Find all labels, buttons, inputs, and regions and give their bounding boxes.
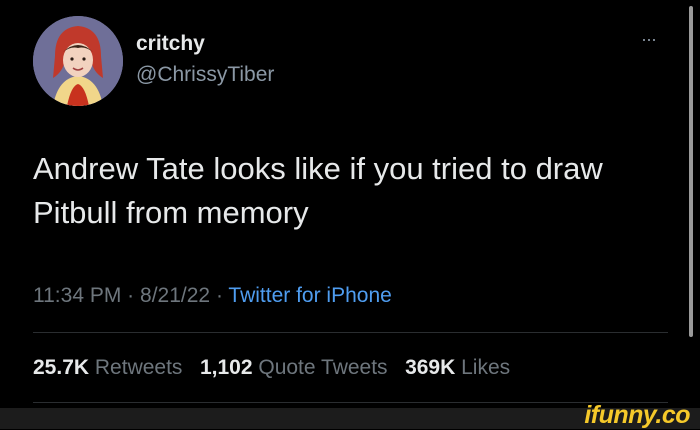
ifunny-watermark: ifunny.co bbox=[584, 401, 690, 429]
meta-separator: · bbox=[215, 284, 223, 307]
retweets-stat[interactable]: 25.7K Retweets bbox=[33, 356, 182, 379]
tweet-date[interactable]: 8/21/22 bbox=[140, 284, 210, 307]
divider bbox=[33, 402, 668, 403]
divider bbox=[33, 332, 668, 333]
tweet-text: Andrew Tate looks like if you tried to d… bbox=[33, 151, 603, 230]
tweet-stats: 25.7K Retweets 1,102 Quote Tweets 369K L… bbox=[33, 356, 510, 380]
avatar[interactable] bbox=[33, 16, 123, 106]
scrollbar[interactable] bbox=[689, 6, 693, 337]
tweet-meta: 11:34 PM · 8/21/22 · Twitter for iPhone bbox=[33, 284, 392, 308]
more-options-icon[interactable]: ··· bbox=[641, 30, 657, 48]
retweets-label: Retweets bbox=[94, 356, 183, 379]
retweets-count: 25.7K bbox=[33, 356, 90, 379]
meta-separator: · bbox=[127, 284, 135, 307]
tweet-source-link[interactable]: Twitter for iPhone bbox=[228, 284, 391, 307]
likes-stat[interactable]: 369K Likes bbox=[405, 356, 510, 379]
author-handle[interactable]: @ChrissyTiber bbox=[136, 63, 274, 87]
tweet-time[interactable]: 11:34 PM bbox=[33, 284, 121, 307]
quote-tweets-label: Quote Tweets bbox=[258, 356, 388, 379]
avatar-image bbox=[33, 16, 123, 106]
likes-label: Likes bbox=[461, 356, 511, 379]
quote-tweets-count: 1,102 bbox=[199, 356, 253, 379]
likes-count: 369K bbox=[405, 356, 456, 379]
quote-tweets-stat[interactable]: 1,102 Quote Tweets bbox=[200, 356, 388, 379]
author-display-name[interactable]: critchy bbox=[136, 32, 205, 56]
